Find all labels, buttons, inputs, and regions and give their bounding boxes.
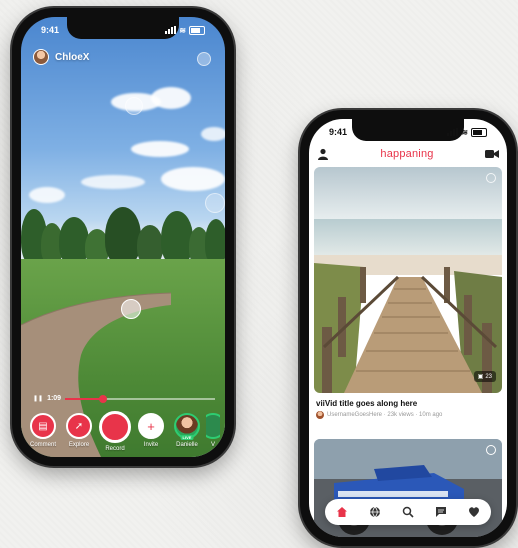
video-card[interactable]: ▣ 23 <box>314 167 502 393</box>
invite-button[interactable]: + Invite <box>134 413 168 452</box>
scrubber-progress <box>65 397 103 400</box>
status-time: 9:41 <box>41 25 60 35</box>
wifi-icon: ≋ <box>461 127 468 137</box>
profile-icon[interactable] <box>317 148 329 160</box>
scrubber-track[interactable] <box>65 394 215 403</box>
avatar: LIVE <box>174 413 200 440</box>
avatar <box>206 413 220 439</box>
video-thumbnail <box>314 167 502 393</box>
feed-screen: 9:41 ≋ happaning ▣ 23 viiVid title goes … <box>309 119 507 537</box>
streamer-badge[interactable]: ChloeX <box>33 49 89 65</box>
status-bar: 9:41 ≋ <box>21 23 225 37</box>
compass-icon: ➚ <box>66 413 92 439</box>
phone-frame-feed: 9:41 ≋ happaning ▣ 23 viiVid title goes … <box>300 110 516 546</box>
tree-line <box>21 205 225 265</box>
video-meta: UsernameGoesHere · 23k views · 10m ago <box>316 411 442 419</box>
battery-icon <box>189 25 205 35</box>
app-logo: happaning <box>380 148 434 160</box>
status-time: 9:41 <box>329 127 348 137</box>
avatar <box>33 49 49 65</box>
guest-partial[interactable]: V <box>206 413 220 452</box>
scrubber-handle[interactable] <box>98 394 107 403</box>
comment-icon: ▤ <box>30 413 56 439</box>
view-count-badge: ▣ 23 <box>473 371 496 382</box>
signal-icon <box>447 128 459 136</box>
chat-icon[interactable] <box>432 503 450 521</box>
streamer-name: ChloeX <box>55 51 90 63</box>
signal-icon <box>165 26 177 34</box>
bottom-tab-bar <box>325 499 491 525</box>
live-stream-screen: 9:41 ≋ ChloeX ❚❚ 1:09 ▤ Comment ➚ Explor… <box>21 17 225 457</box>
playback-time: 1:09 <box>47 395 62 402</box>
phone-frame-live: 9:41 ≋ ChloeX ❚❚ 1:09 ▤ Comment ➚ Explor… <box>12 8 234 466</box>
plus-icon: + <box>138 413 164 439</box>
reaction-bubble <box>125 97 143 115</box>
app-header: happaning <box>309 143 507 165</box>
cloud <box>201 127 225 141</box>
live-toolbar: ▤ Comment ➚ Explore Record + Invite LIVE… <box>21 411 225 452</box>
record-icon <box>99 411 131 443</box>
cloud <box>29 187 65 203</box>
home-icon[interactable] <box>333 503 351 521</box>
globe-icon[interactable] <box>366 503 384 521</box>
record-button[interactable]: Record <box>98 411 132 452</box>
comment-button[interactable]: ▤ Comment <box>26 413 60 452</box>
focus-indicator <box>121 299 141 319</box>
wifi-icon: ≋ <box>179 25 186 35</box>
more-options-icon[interactable] <box>486 173 496 183</box>
close-icon[interactable] <box>197 52 211 66</box>
cloud <box>161 167 225 191</box>
guest-danielle[interactable]: LIVE Danielle <box>170 413 204 452</box>
avatar <box>316 411 324 419</box>
playback-timeline[interactable]: ❚❚ 1:09 <box>33 394 215 403</box>
status-bar: 9:41 ≋ <box>309 125 507 139</box>
video-title[interactable]: viiVid title goes along here <box>316 399 417 408</box>
more-options-icon[interactable] <box>486 445 496 455</box>
go-live-camera-icon[interactable] <box>485 149 499 159</box>
cloud <box>131 141 189 157</box>
live-badge: LIVE <box>180 435 194 440</box>
pause-icon[interactable]: ❚❚ <box>33 395 43 402</box>
cloud <box>151 87 191 109</box>
explore-button[interactable]: ➚ Explore <box>62 413 96 452</box>
battery-icon <box>471 127 487 137</box>
camera-icon: ▣ <box>477 374 484 380</box>
cloud <box>81 175 145 189</box>
search-icon[interactable] <box>399 503 417 521</box>
heart-icon[interactable] <box>465 503 483 521</box>
